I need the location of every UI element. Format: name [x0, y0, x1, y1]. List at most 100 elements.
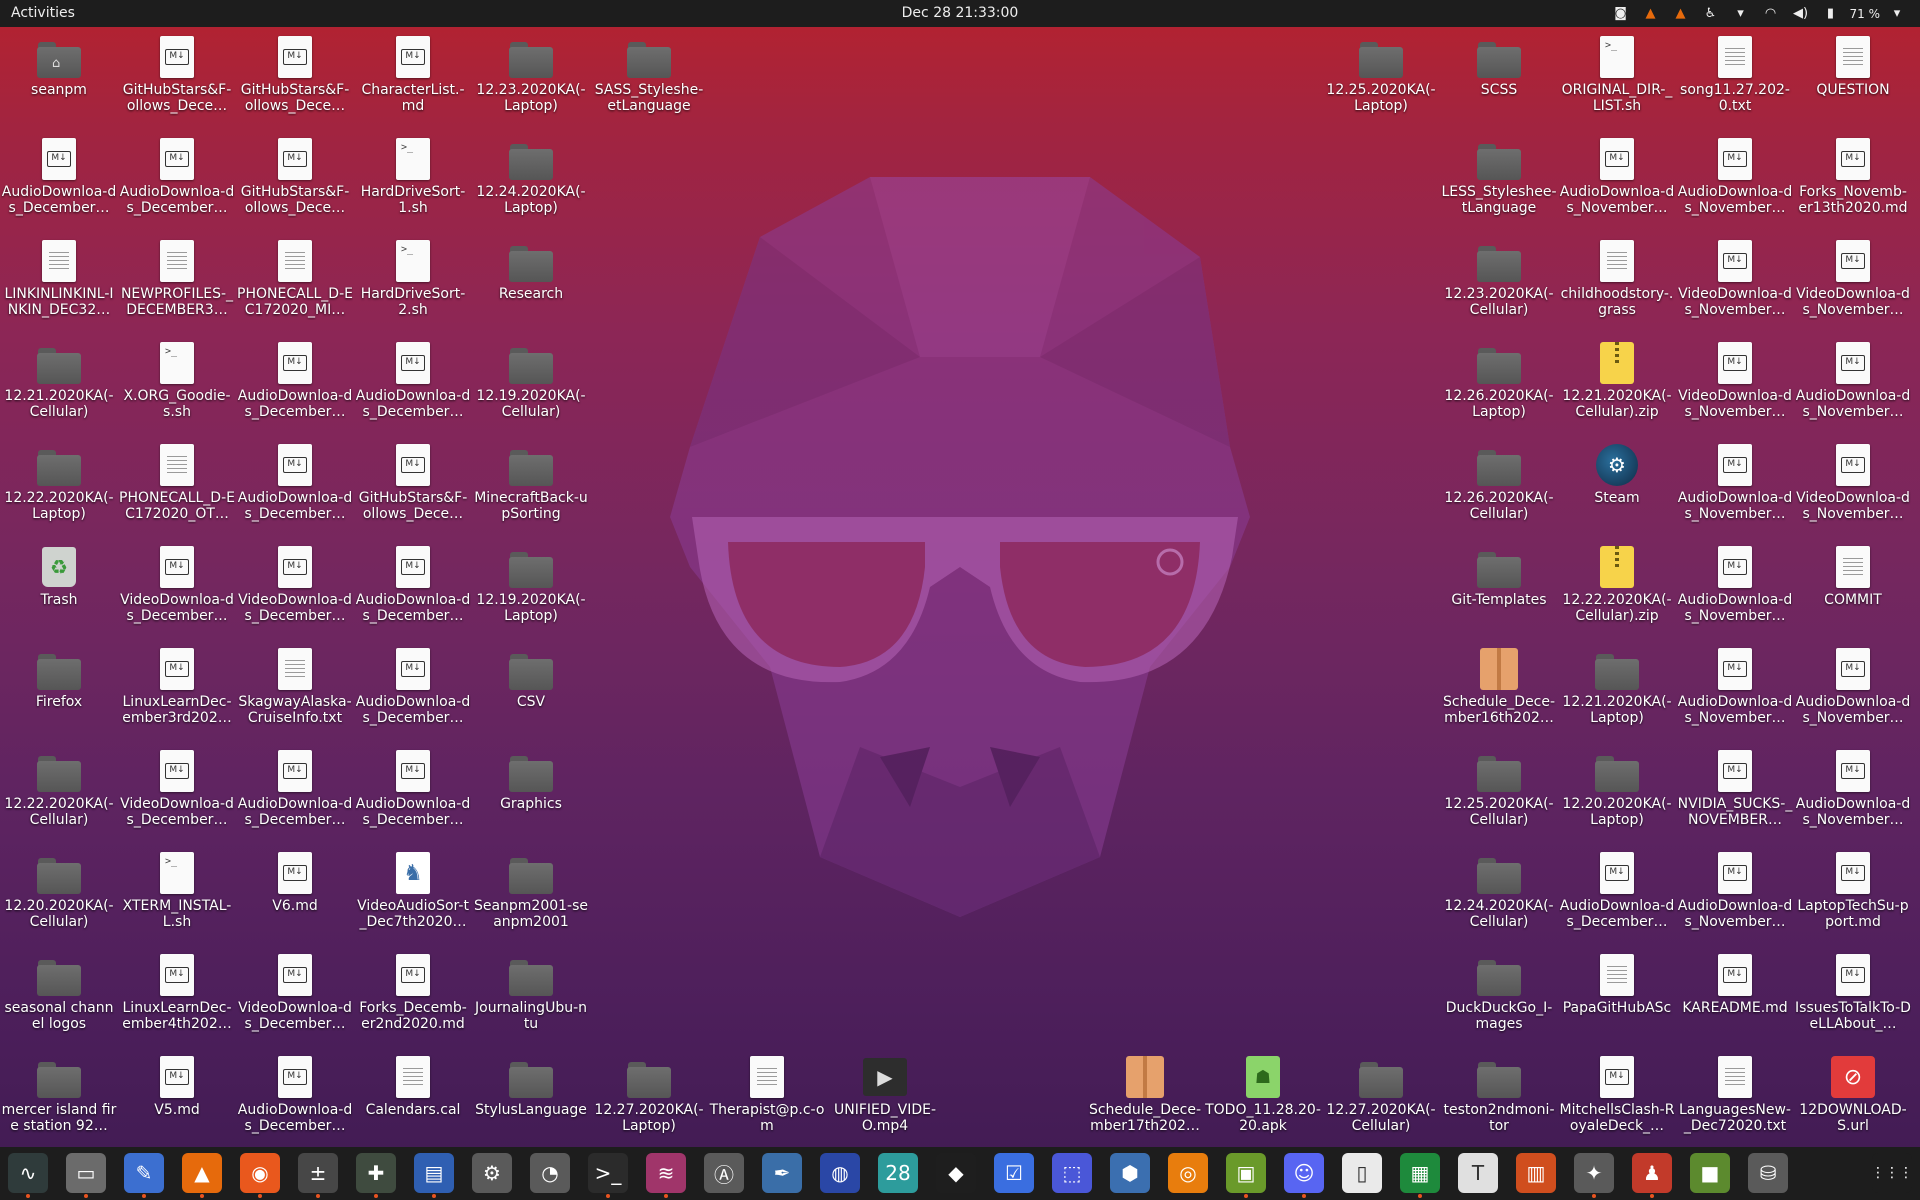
desktop-icon[interactable]: ♻ Trash: [0, 537, 118, 637]
discord-icon[interactable]: ◙: [1608, 3, 1634, 24]
files-icon[interactable]: ▭: [66, 1153, 106, 1198]
desktop-icon[interactable]: 12.19.2020KA(-Cellular): [472, 333, 590, 433]
desktop-icon[interactable]: 12.23.2020KA(-Laptop): [472, 27, 590, 127]
typora-icon[interactable]: T: [1458, 1153, 1498, 1193]
desktop-icon[interactable]: SCSS: [1440, 27, 1558, 127]
desktop-icon[interactable]: 12.23.2020KA(-Cellular): [1440, 231, 1558, 331]
desktop-icon[interactable]: Forks_Decemb-er2nd2020.md: [354, 945, 472, 1045]
desktop-icon[interactable]: V5.md: [118, 1047, 236, 1147]
usb-creator-icon[interactable]: ⛁: [1748, 1153, 1788, 1193]
desktop-icon[interactable]: Calendars.cal: [354, 1047, 472, 1147]
desktop-icon[interactable]: AudioDownloa-ds_November…: [1676, 639, 1794, 739]
terminal-icon[interactable]: >_: [588, 1153, 628, 1198]
blender-icon[interactable]: ◎: [1168, 1153, 1208, 1193]
desktop-icon[interactable]: NEWPROFILES-_DECEMBER3…: [118, 231, 236, 331]
desktop-icon[interactable]: VideoDownloa-ds_December…: [236, 537, 354, 637]
desktop-icon[interactable]: 12.21.2020KA(-Cellular).zip: [1558, 333, 1676, 433]
desktop-icon[interactable]: AudioDownloa-ds_December…: [354, 741, 472, 841]
desktop-icon[interactable]: 12.27.2020KA(-Laptop): [590, 1047, 708, 1147]
presentation-icon[interactable]: ▥: [1516, 1153, 1556, 1193]
desktop-icon[interactable]: AudioDownloa-ds_December…: [354, 333, 472, 433]
desktop-icon[interactable]: AudioDownloa-ds_November…: [1794, 741, 1912, 841]
settings-icon[interactable]: ⚙: [472, 1153, 512, 1193]
desktop-icon[interactable]: AudioDownloa-ds_December…: [354, 537, 472, 637]
chevron-down-icon[interactable]: ▾: [1884, 3, 1910, 24]
desktop-icon[interactable]: JournalingUbu-ntu: [472, 945, 590, 1045]
desktop-icon[interactable]: Research: [472, 231, 590, 331]
desktop-icon[interactable]: AudioDownloa-ds_November…: [1676, 537, 1794, 637]
firefox-icon[interactable]: ◉: [240, 1153, 280, 1198]
desktop-icon[interactable]: 12.27.2020KA(-Cellular): [1322, 1047, 1440, 1147]
desktop-icon[interactable]: GitHubStars&F-ollows_Dece…: [354, 435, 472, 535]
desktop-icon[interactable]: 12.20.2020KA(-Cellular): [0, 843, 118, 943]
desktop-icon[interactable]: StylusLanguage: [472, 1047, 590, 1147]
desktop-icon[interactable]: AudioDownloa-ds_November…: [1794, 333, 1912, 433]
screenshot-icon[interactable]: ⬚: [1052, 1153, 1092, 1193]
desktop-icon[interactable]: 12.22.2020KA(-Cellular).zip: [1558, 537, 1676, 637]
system-tray[interactable]: ◙ ▲ ▲ ♿ ▾ ◠ ◀) ▮ 71 % ▾: [1608, 3, 1911, 24]
desktop-icon[interactable]: MitchellsClash-RoyaleDeck_…: [1558, 1047, 1676, 1147]
desktop-icon[interactable]: 12.19.2020KA(-Laptop): [472, 537, 590, 637]
desktop-icon[interactable]: DuckDuckGo_I-mages: [1440, 945, 1558, 1045]
tasks-icon[interactable]: ☑: [994, 1153, 1034, 1193]
desktop-icon[interactable]: AudioDownloa-ds_December…: [236, 333, 354, 433]
desktop-icon[interactable]: GitHubStars&F-ollows_Dece…: [118, 27, 236, 127]
desktop-icon[interactable]: MinecraftBack-upSorting: [472, 435, 590, 535]
vlc-tray-icon-2[interactable]: ▲: [1668, 3, 1694, 24]
desktop-icon[interactable]: XTERM_INSTAL-L.sh: [118, 843, 236, 943]
desktop-icon[interactable]: HardDriveSort-1.sh: [354, 129, 472, 229]
desktop-icon[interactable]: AudioDownloa-ds_November…: [1558, 129, 1676, 229]
desktop-icon[interactable]: AudioDownloa-ds_November…: [1676, 843, 1794, 943]
desktop-icon[interactable]: VideoDownloa-ds_December…: [118, 741, 236, 841]
desktop-icon[interactable]: LanguagesNew-_Dec72020.txt: [1676, 1047, 1794, 1147]
desktop-icon[interactable]: 12.22.2020KA(-Cellular): [0, 741, 118, 841]
desktop-icon[interactable]: 12.20.2020KA(-Laptop): [1558, 741, 1676, 841]
vlc-tray-icon[interactable]: ▲: [1638, 3, 1664, 24]
desktop-icon[interactable]: AudioDownloa-ds_December…: [118, 129, 236, 229]
game-icon[interactable]: ✦: [1574, 1153, 1614, 1198]
desktop-icon[interactable]: COMMIT: [1794, 537, 1912, 637]
desktop-icon[interactable]: IssuesToTalkTo-DeLLAbout_…: [1794, 945, 1912, 1045]
desktop-icon[interactable]: KAREADME.md: [1676, 945, 1794, 1045]
battery-icon[interactable]: ▮: [1818, 3, 1844, 24]
desktop-icon[interactable]: Seanpm2001-seanpm2001: [472, 843, 590, 943]
desktop-icon[interactable]: 12.24.2020KA(-Cellular): [1440, 843, 1558, 943]
desktop-icon[interactable]: ♞ VideoAudioSor-t_Dec7th2020…: [354, 843, 472, 943]
desktop-icon[interactable]: Firefox: [0, 639, 118, 739]
desktop-icon[interactable]: LINKINLINKINL-INKIN_DEC32…: [0, 231, 118, 331]
desktop-icon[interactable]: CharacterList.-md: [354, 27, 472, 127]
desktop-icon[interactable]: AudioDownloa-ds_November…: [1794, 639, 1912, 739]
desktop-icon[interactable]: song11.27.202-0.txt: [1676, 27, 1794, 127]
desktop-icon[interactable]: CSV: [472, 639, 590, 739]
image-viewer-icon[interactable]: ▣: [1226, 1153, 1266, 1198]
desktop-icon[interactable]: V6.md: [236, 843, 354, 943]
desktop-icon[interactable]: 12.25.2020KA(-Cellular): [1440, 741, 1558, 841]
desktop-icon[interactable]: teston2ndmoni-tor: [1440, 1047, 1558, 1147]
desktop-icon[interactable]: 12.25.2020KA(-Laptop): [1322, 27, 1440, 127]
document-viewer-icon[interactable]: ▤: [414, 1153, 454, 1198]
desktop-icon[interactable]: Schedule_Dece-mber17th202…: [1086, 1047, 1204, 1147]
desktop-icon[interactable]: LinuxLearnDec-ember4th202…: [118, 945, 236, 1045]
supertux-icon[interactable]: ♟: [1632, 1153, 1672, 1198]
desktop-icon[interactable]: mercer island fire station 92…: [0, 1047, 118, 1147]
desktop-icon[interactable]: VideoDownloa-ds_November…: [1794, 435, 1912, 535]
desktop-icon[interactable]: QUESTION: [1794, 27, 1912, 127]
desktop-icon[interactable]: VideoDownloa-ds_December…: [118, 537, 236, 637]
desktop-icon[interactable]: ⌂ seanpm: [0, 27, 118, 127]
desktop-icon[interactable]: GitHubStars&F-ollows_Dece…: [236, 129, 354, 229]
desktop-icon[interactable]: AudioDownloa-ds_December…: [1558, 843, 1676, 943]
desktop-icon[interactable]: AudioDownloa-ds_December…: [354, 639, 472, 739]
desktop-icon[interactable]: SkagwayAlaska-CruiseInfo.txt: [236, 639, 354, 739]
desktop-icon[interactable]: 12.21.2020KA(-Laptop): [1558, 639, 1676, 739]
virtualbox-icon[interactable]: ⬢: [1110, 1153, 1150, 1193]
desktop-icon[interactable]: ☗ TODO_11.28.20-20.apk: [1204, 1047, 1322, 1147]
show-apps-icon[interactable]: ⋮⋮⋮: [1871, 1153, 1913, 1193]
desktop-icon[interactable]: Schedule_Dece-mber16th202…: [1440, 639, 1558, 739]
inkscape-icon[interactable]: ◆: [936, 1153, 976, 1193]
desktop-icon[interactable]: ⊘ 12DOWNLOAD-S.url: [1794, 1047, 1912, 1147]
desktop-icon[interactable]: ORIGINAL_DIR-_LIST.sh: [1558, 27, 1676, 127]
desktop-icon[interactable]: PapaGitHubASc: [1558, 945, 1676, 1045]
software-updater-icon[interactable]: Ⓐ: [704, 1153, 744, 1193]
desktop-icon[interactable]: PHONECALL_D-EC172020_MI…: [236, 231, 354, 331]
desktop-icon[interactable]: Forks_Novemb-er13th2020.md: [1794, 129, 1912, 229]
